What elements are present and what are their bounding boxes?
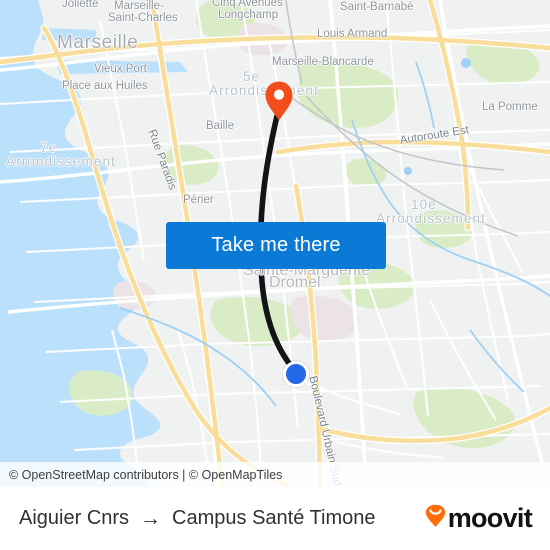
trip-footer: Aiguier Cnrs → Campus Santé Timone moovi… — [0, 487, 550, 550]
map-attribution-bar: © OpenStreetMap contributors | © OpenMap… — [0, 462, 550, 487]
arrow-right-icon: → — [140, 507, 162, 530]
moovit-wordmark: moovit — [447, 503, 533, 533]
moovit-trip-map-screen: Joliette Marseille- Saint-Charles Cinq Aven… — [0, 0, 550, 550]
map-pin-icon[interactable] — [264, 80, 294, 122]
moovit-pin-icon — [425, 504, 446, 533]
moovit-logo: moovit — [425, 503, 533, 533]
map-canvas[interactable]: Joliette Marseille- Saint-Charles Cinq Aven… — [0, 0, 550, 487]
take-me-there-button[interactable]: Take me there — [166, 222, 386, 269]
current-location-dot-icon[interactable] — [283, 361, 309, 387]
origin-label: Aiguier Cnrs — [19, 507, 130, 529]
attribution-text: © OpenStreetMap contributors | © OpenMap… — [9, 467, 283, 482]
destination-label: Campus Santé Timone — [172, 507, 376, 529]
route-summary: Aiguier Cnrs → Campus Santé Timone — [19, 507, 375, 530]
